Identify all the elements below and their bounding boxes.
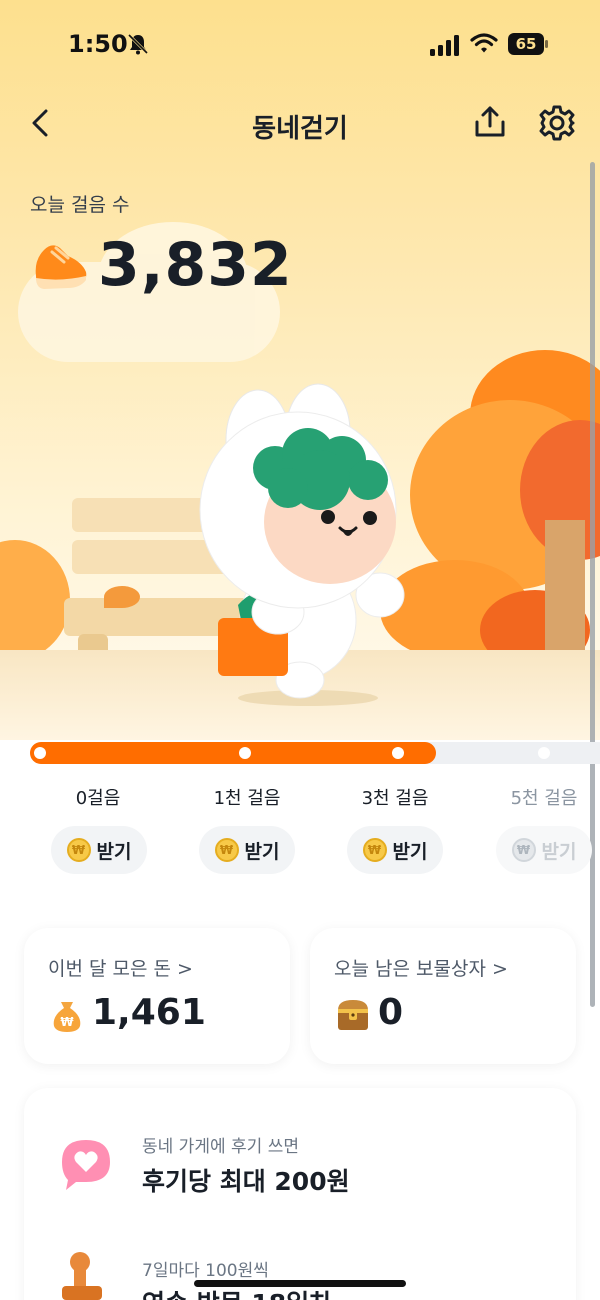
silent-bell-icon bbox=[127, 33, 149, 55]
navigation-bar: 동네걷기 bbox=[0, 96, 600, 152]
mission-subtitle: 동네 가게에 후기 쓰면 bbox=[142, 1137, 299, 1157]
milestone-label: 1천 걸음 bbox=[213, 788, 281, 809]
claim-reward-button-disabled: ₩ 받기 bbox=[496, 826, 592, 874]
claim-reward-button[interactable]: ₩ 받기 bbox=[347, 826, 443, 874]
treasure-chest-count: 0 bbox=[378, 992, 404, 1033]
card-title: 오늘 남은 보물상자 > bbox=[334, 958, 508, 980]
claim-reward-button[interactable]: ₩ 받기 bbox=[51, 826, 147, 874]
status-bar: 1:50 65 bbox=[0, 0, 600, 90]
mission-title[interactable]: 후기당 최대 200원 bbox=[142, 1162, 350, 1198]
battery-tip bbox=[545, 40, 548, 48]
cellular-signal-icon bbox=[430, 35, 459, 56]
stamp-icon bbox=[62, 1252, 102, 1300]
page-title: 동네걷기 bbox=[252, 114, 348, 144]
coin-icon: ₩ bbox=[214, 838, 239, 862]
svg-text:₩: ₩ bbox=[60, 1015, 74, 1029]
claim-label: 받기 bbox=[541, 840, 577, 863]
coin-icon: ₩ bbox=[66, 838, 91, 862]
bunny-character-illustration bbox=[199, 383, 405, 706]
today-steps-label: 오늘 걸음 수 bbox=[30, 194, 130, 216]
claim-label: 받기 bbox=[244, 840, 280, 863]
claim-label: 받기 bbox=[96, 840, 132, 863]
milestone-label: 5천 걸음 bbox=[510, 788, 578, 809]
leaf-decoration bbox=[104, 586, 140, 608]
treasure-chest-card[interactable]: 오늘 남은 보물상자 > 0 bbox=[310, 928, 576, 1064]
gear-icon[interactable] bbox=[538, 104, 576, 142]
wifi-icon bbox=[470, 33, 498, 53]
today-steps-count: 3,832 bbox=[98, 230, 293, 300]
missions-panel: 동네 가게에 후기 쓰면 후기당 최대 200원 7일마다 100원씩 연속 방… bbox=[24, 1088, 576, 1300]
home-indicator bbox=[194, 1280, 406, 1287]
heart-speech-bubble-icon bbox=[62, 1140, 110, 1190]
milestone-label: 0걸음 bbox=[75, 788, 121, 809]
treasure-chest-icon bbox=[338, 1000, 368, 1030]
milestone-label: 3천 걸음 bbox=[361, 788, 429, 809]
monthly-money-value: 1,461 bbox=[92, 992, 206, 1033]
coin-icon: ₩ bbox=[511, 838, 536, 862]
monthly-money-card[interactable]: 이번 달 모은 돈 > ₩ 1,461 bbox=[24, 928, 290, 1064]
coin-icon: ₩ bbox=[362, 838, 387, 862]
milestone-dot bbox=[392, 747, 404, 759]
tree-trunk bbox=[545, 520, 585, 660]
sneaker-icon bbox=[35, 245, 87, 289]
scrollbar[interactable] bbox=[590, 162, 595, 1007]
milestone-dot bbox=[239, 747, 251, 759]
claim-reward-button[interactable]: ₩ 받기 bbox=[199, 826, 295, 874]
money-bag-icon: ₩ bbox=[53, 1002, 81, 1032]
milestone-dot bbox=[34, 747, 46, 759]
status-time: 1:50 bbox=[68, 30, 128, 58]
step-progress-fill bbox=[30, 742, 436, 764]
milestone-dot bbox=[538, 747, 550, 759]
bush-decoration bbox=[0, 540, 70, 660]
share-icon[interactable] bbox=[472, 104, 508, 140]
mission-subtitle: 7일마다 100원씩 bbox=[142, 1261, 269, 1281]
claim-label: 받기 bbox=[392, 840, 428, 863]
battery-indicator: 65 bbox=[508, 33, 544, 55]
card-title: 이번 달 모은 돈 > bbox=[48, 958, 193, 980]
